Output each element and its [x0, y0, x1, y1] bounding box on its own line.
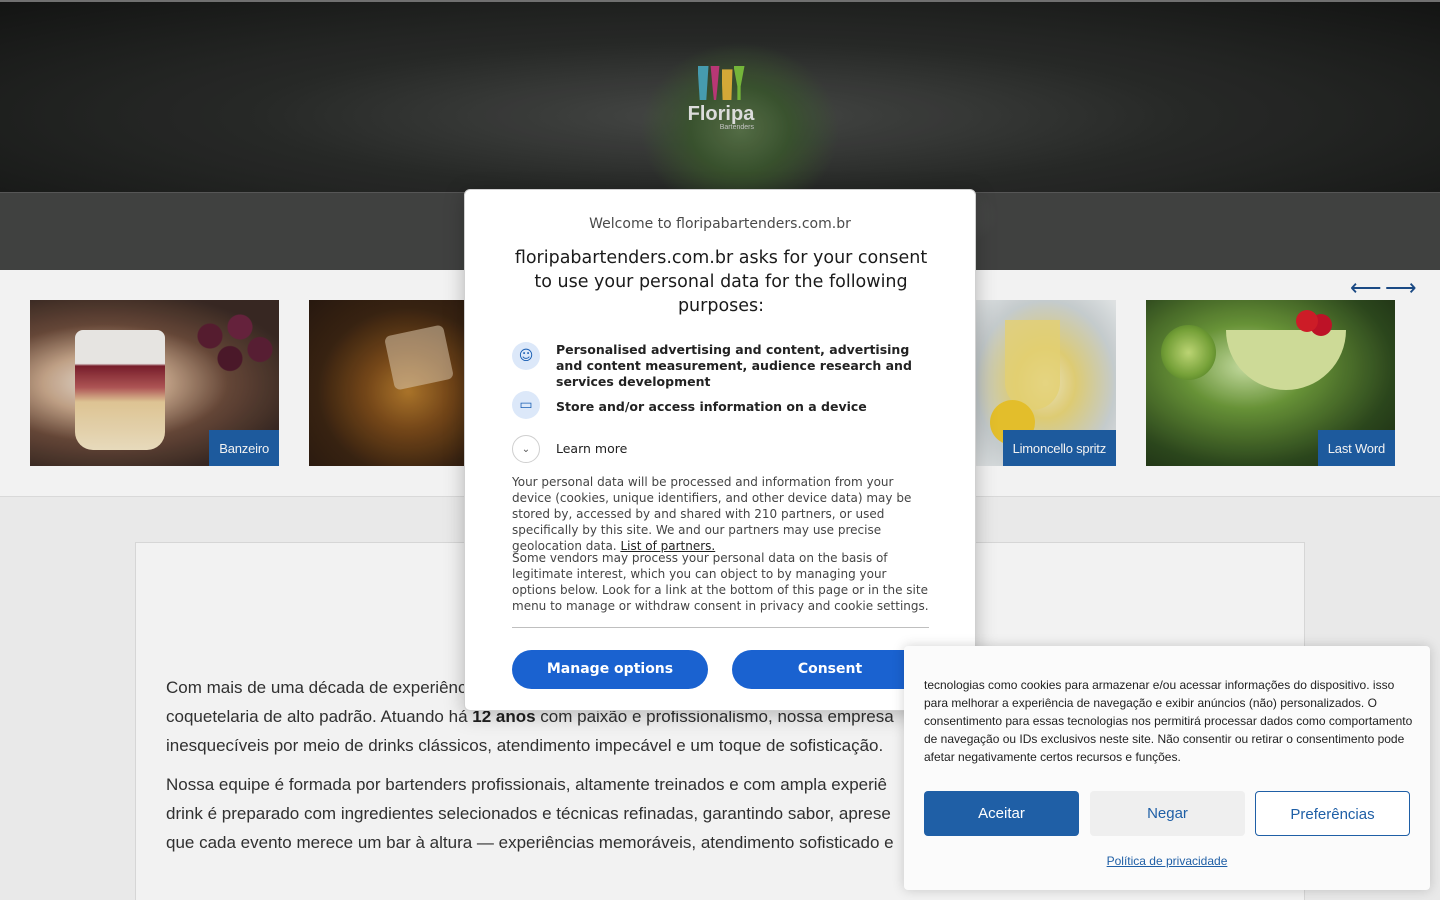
person-icon: ☺: [512, 342, 540, 370]
purpose-text: Store and/or access information on a dev…: [556, 399, 867, 414]
device-icon: ▭: [512, 391, 540, 419]
manage-options-button[interactable]: Manage options: [512, 650, 708, 689]
consent-dialog: Welcome to floripabartenders.com.br flor…: [464, 189, 976, 711]
purpose-text: Personalised advertising and content, ad…: [556, 342, 912, 389]
preferences-button[interactable]: Preferências: [1255, 791, 1410, 836]
consent-welcome: Welcome to floripabartenders.com.br: [589, 216, 851, 232]
deny-button[interactable]: Negar: [1090, 791, 1245, 836]
learn-more-label[interactable]: Learn more: [556, 441, 627, 457]
chevron-down-icon[interactable]: ⌄: [512, 435, 540, 463]
privacy-policy-link[interactable]: Política de privacidade: [904, 854, 1430, 868]
cookie-banner-text: tecnologias como cookies para armazenar …: [924, 678, 1413, 764]
consent-button[interactable]: Consent: [732, 650, 928, 689]
consent-divider: [512, 627, 929, 628]
consent-body-1: Your personal data will be processed and…: [512, 475, 912, 553]
consent-headline: floripabartenders.com.br asks for your c…: [514, 248, 928, 316]
accept-button[interactable]: Aceitar: [924, 791, 1079, 836]
consent-body-2: Some vendors may process your personal d…: [512, 551, 929, 613]
cookie-banner: tecnologias como cookies para armazenar …: [904, 646, 1430, 890]
